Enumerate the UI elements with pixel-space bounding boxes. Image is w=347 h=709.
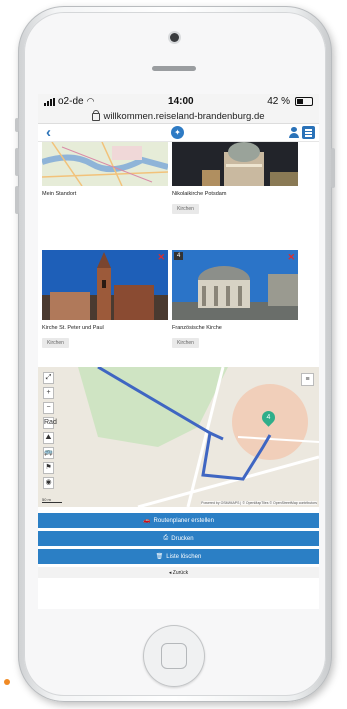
signal-icon [44,97,55,106]
poi-list: Mein Standort Nikolaikirche Potsdam Kirc… [38,142,319,367]
map-marker[interactable]: 4 [259,408,278,427]
status-bar: o2-de ◠ 14:00 42 % [38,94,319,109]
site-navbar: ‹ ✦ [38,124,319,142]
map-attribution[interactable]: Powered by OSM/MAPS | © OpenMapTiles © O… [201,501,317,505]
user-icon[interactable] [289,127,299,138]
print-label: Drucken [171,535,194,542]
battery-percent: 42 % [267,96,290,107]
zoom-out-button[interactable]: − [43,402,54,414]
action-buttons: 🚗 Routenplaner erstellen ⎙ Drucken 🗑 Lis… [38,513,319,578]
compass-icon[interactable]: ✦ [171,126,184,139]
church-photo: 4 ✕ [172,250,298,320]
address-bar[interactable]: willkommen.reiseland-brandenburg.de [38,109,319,124]
battery-icon [295,97,313,106]
poi-caption: Nikolaikirche Potsdam [172,191,227,197]
route-map[interactable]: ⤢ + − Rad ⛰ 🚌 ⚑ ◉ ≡ 4 50 m Powered by OS… [38,367,319,507]
remove-icon[interactable]: ✕ [157,252,165,263]
trash-icon: 🗑 [155,554,164,560]
print-icon: ⎙ [163,535,169,541]
poi-caption: Kirche St. Peter und Paul [42,325,104,331]
fullscreen-icon[interactable]: ⤢ [43,372,54,384]
bike-mode-button[interactable]: Rad [43,417,57,429]
church-photo [172,142,298,186]
print-button[interactable]: ⎙ Drucken [38,531,319,546]
earpiece-speaker [152,66,196,71]
poi-caption: Mein Standort [42,191,77,197]
map-thumbnail [42,142,168,186]
url-text: willkommen.reiseland-brandenburg.de [103,110,265,122]
delete-list-button[interactable]: 🗑 Liste löschen [38,549,319,564]
volume-down-button [15,186,19,214]
poi-caption: Französische Kirche [172,325,222,331]
front-camera [170,33,179,42]
map-marker-number: 4 [266,414,271,421]
category-tag[interactable]: Kirchen [42,338,69,348]
home-button[interactable] [143,625,205,687]
category-tag[interactable]: Kirchen [172,204,199,214]
layers-icon[interactable]: ≡ [301,373,314,386]
back-chevron-icon[interactable]: ‹ [46,124,51,141]
terrain-mode-button[interactable]: ⛰ [43,432,54,444]
transit-mode-button[interactable]: 🚌 [43,447,54,459]
decorative-dot [4,679,10,685]
zoom-in-button[interactable]: + [43,387,54,399]
poi-card[interactable]: 4 ✕ Französische Kirche Kirchen [172,250,298,349]
wifi-icon: ◠ [86,96,95,106]
poi-card[interactable]: Nikolaikirche Potsdam Kirchen [172,142,298,215]
route-planner-label: Routenplaner erstellen [153,517,214,524]
map-scale: 50 m [42,497,62,503]
home-square-icon [161,643,187,669]
carrier-label: o2-de [58,96,84,107]
mute-switch [15,118,19,132]
poi-number-badge: 4 [174,252,184,260]
volume-up-button [15,148,19,176]
delete-list-label: Liste löschen [166,553,202,560]
back-link[interactable]: ◂ Zurück [38,567,319,578]
phone-screen: o2-de ◠ 14:00 42 % willkommen.reiseland-… [38,94,319,609]
car-icon: 🚗 [143,518,151,524]
map-controls: ⤢ + − Rad ⛰ 🚌 ⚑ ◉ [43,372,57,489]
route-planner-button[interactable]: 🚗 Routenplaner erstellen [38,513,319,528]
poi-card[interactable]: Mein Standort [42,142,168,197]
map-canvas [38,367,319,507]
poi-card[interactable]: ✕ Kirche St. Peter und Paul Kirchen [42,250,168,349]
poi-filter-button[interactable]: ⚑ [43,462,54,474]
lock-icon [92,110,101,121]
remove-icon[interactable]: ✕ [287,252,295,263]
hamburger-menu-icon[interactable] [302,126,315,139]
status-time: 14:00 [168,96,194,107]
church-photo: ✕ [42,250,168,320]
locate-button[interactable]: ◉ [43,477,54,489]
category-tag[interactable]: Kirchen [172,338,199,348]
power-button [331,148,335,188]
